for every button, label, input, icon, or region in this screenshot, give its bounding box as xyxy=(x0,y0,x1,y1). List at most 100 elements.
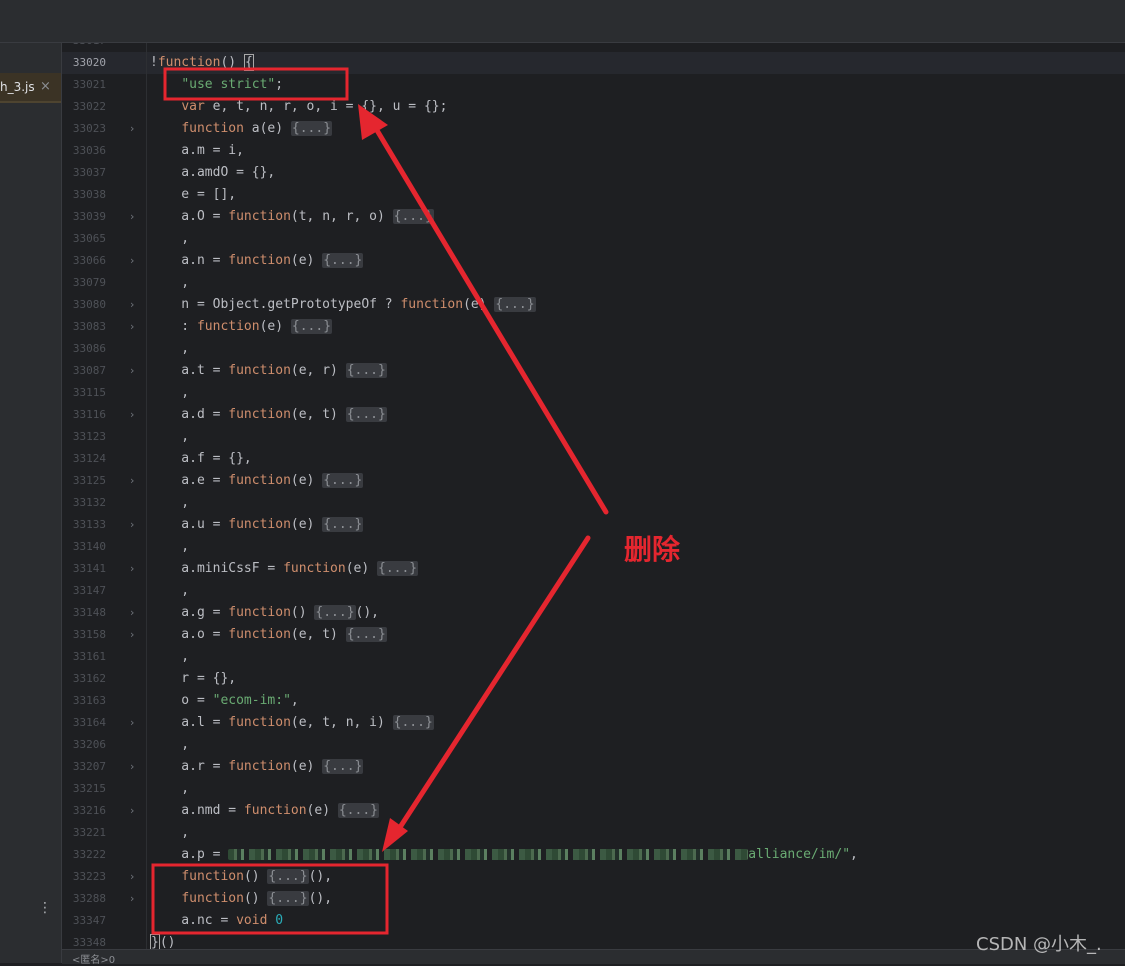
fold-chevron-icon[interactable]: › xyxy=(130,360,134,382)
code-line[interactable]: 33288 › function() {...}(), xyxy=(62,888,1125,910)
folded-block[interactable]: {...} xyxy=(322,759,364,774)
code-token: a.o = xyxy=(150,627,229,642)
code-line[interactable]: 33065 , xyxy=(62,228,1125,250)
code-line[interactable]: 33023 › function a(e) {...} xyxy=(62,118,1125,140)
code-text: r = {}, xyxy=(150,668,236,690)
code-line[interactable]: 33141 › a.miniCssF = function(e) {...} xyxy=(62,558,1125,580)
code-line[interactable]: 33066 › a.n = function(e) {...} xyxy=(62,250,1125,272)
code-line[interactable]: 33017 xyxy=(62,43,1125,52)
fold-chevron-icon[interactable]: › xyxy=(130,294,134,316)
code-text: n = Object.getPrototypeOf ? function(e) … xyxy=(150,294,536,316)
folded-block[interactable]: {...} xyxy=(267,891,309,906)
code-line[interactable]: 33148 › a.g = function() {...}(), xyxy=(62,602,1125,624)
code-token: a.f = {}, xyxy=(150,451,252,466)
folded-block[interactable]: {...} xyxy=(322,517,364,532)
fold-chevron-icon[interactable]: › xyxy=(130,866,134,888)
fold-chevron-icon[interactable]: › xyxy=(130,118,134,140)
code-line[interactable]: 33124 a.f = {}, xyxy=(62,448,1125,470)
code-text: e = [], xyxy=(150,184,236,206)
code-line[interactable]: 33222 a.p = alliance/im/", xyxy=(62,844,1125,866)
fold-chevron-icon[interactable]: › xyxy=(130,756,134,778)
fold-chevron-icon[interactable]: › xyxy=(130,800,134,822)
code-line[interactable]: 33223 › function() {...}(), xyxy=(62,866,1125,888)
folded-block[interactable]: {...} xyxy=(392,715,434,730)
code-line[interactable]: 33133 › a.u = function(e) {...} xyxy=(62,514,1125,536)
breadcrumb-scope[interactable]: <匿名>0 xyxy=(72,951,115,966)
fold-chevron-icon[interactable]: › xyxy=(130,316,134,338)
folded-block[interactable]: {...} xyxy=(322,473,364,488)
code-line[interactable]: 33140 , xyxy=(62,536,1125,558)
code-text: , xyxy=(150,822,189,844)
code-line[interactable]: 33039 › a.O = function(t, n, r, o) {...} xyxy=(62,206,1125,228)
folded-block[interactable]: {...} xyxy=(494,297,536,312)
code-line[interactable]: 33086 , xyxy=(62,338,1125,360)
code-line[interactable]: 33164 › a.l = function(e, t, n, i) {...} xyxy=(62,712,1125,734)
code-line[interactable]: 33162 r = {}, xyxy=(62,668,1125,690)
folded-block[interactable]: {...} xyxy=(377,561,419,576)
folded-block[interactable]: {...} xyxy=(267,869,309,884)
code-text: !function() { xyxy=(150,52,254,74)
fold-chevron-icon[interactable]: › xyxy=(130,404,134,426)
code-line[interactable]: 33087 › a.t = function(e, r) {...} xyxy=(62,360,1125,382)
code-editor[interactable]: 3301733020!function() {33021 "use strict… xyxy=(62,43,1125,949)
code-text: a.g = function() {...}(), xyxy=(150,602,379,624)
code-line[interactable]: 33221 , xyxy=(62,822,1125,844)
keyword: function xyxy=(228,715,291,730)
code-line[interactable]: 33037 a.amdO = {}, xyxy=(62,162,1125,184)
code-line[interactable]: 33163 o = "ecom-im:", xyxy=(62,690,1125,712)
folded-block[interactable]: {...} xyxy=(345,627,387,642)
folded-block[interactable]: {...} xyxy=(345,407,387,422)
fold-chevron-icon[interactable]: › xyxy=(130,602,134,624)
fold-chevron-icon[interactable]: › xyxy=(130,470,134,492)
code-line[interactable]: 33021 "use strict"; xyxy=(62,74,1125,96)
fold-chevron-icon[interactable]: › xyxy=(130,888,134,910)
code-line[interactable]: 33216 › a.nmd = function(e) {...} xyxy=(62,800,1125,822)
line-number: 33023 xyxy=(72,122,106,135)
code-line[interactable]: 33020 !function() { xyxy=(62,52,1125,74)
code-line[interactable]: 33147 , xyxy=(62,580,1125,602)
folded-block[interactable]: {...} xyxy=(392,209,434,224)
fold-chevron-icon[interactable]: › xyxy=(130,712,134,734)
code-line[interactable]: 33079 , xyxy=(62,272,1125,294)
fold-chevron-icon[interactable]: › xyxy=(130,206,134,228)
code-line[interactable]: 33161 , xyxy=(62,646,1125,668)
code-token: (e) xyxy=(259,319,291,334)
code-text: a.u = function(e) {...} xyxy=(150,514,364,536)
close-icon[interactable]: × xyxy=(40,79,51,94)
code-line[interactable]: 33115 , xyxy=(62,382,1125,404)
code-line[interactable]: 33038 e = [], xyxy=(62,184,1125,206)
folded-block[interactable]: {...} xyxy=(345,363,387,378)
code-line[interactable]: 33207 › a.r = function(e) {...} xyxy=(62,756,1125,778)
code-text: , xyxy=(150,338,189,360)
file-tab[interactable]: h_3.js × xyxy=(0,73,61,103)
folded-block[interactable]: {...} xyxy=(314,605,356,620)
folded-block[interactable]: {...} xyxy=(290,319,333,334)
code-line[interactable]: 33116 › a.d = function(e, t) {...} xyxy=(62,404,1125,426)
code-line[interactable]: 33125 › a.e = function(e) {...} xyxy=(62,470,1125,492)
folded-block[interactable]: {...} xyxy=(290,121,333,136)
folded-block[interactable]: {...} xyxy=(337,803,379,818)
fold-chevron-icon[interactable]: › xyxy=(130,250,134,272)
fold-chevron-icon[interactable]: › xyxy=(130,624,134,646)
keyword: function xyxy=(181,869,244,884)
code-line[interactable]: 33022 var e, t, n, r, o, i = {}, u = {}; xyxy=(62,96,1125,118)
code-line[interactable]: 33036 a.m = i, xyxy=(62,140,1125,162)
code-line[interactable]: 33215 , xyxy=(62,778,1125,800)
fold-chevron-icon[interactable]: › xyxy=(130,514,134,536)
code-line[interactable]: 33083 › : function(e) {...} xyxy=(62,316,1125,338)
code-line[interactable]: 33080 › n = Object.getPrototypeOf ? funct… xyxy=(62,294,1125,316)
fold-chevron-icon[interactable]: › xyxy=(130,558,134,580)
line-number: 33124 xyxy=(72,452,106,465)
code-line[interactable]: 33206 , xyxy=(62,734,1125,756)
line-number: 33022 xyxy=(72,100,106,113)
code-line[interactable]: 33123 , xyxy=(62,426,1125,448)
code-line[interactable]: 33347 a.nc = void 0 xyxy=(62,910,1125,932)
line-number: 33223 xyxy=(72,870,106,883)
code-line[interactable]: 33158 › a.o = function(e, t) {...} xyxy=(62,624,1125,646)
more-options-icon[interactable]: ⋮ xyxy=(38,900,52,916)
keyword: function xyxy=(181,891,244,906)
folded-block[interactable]: {...} xyxy=(322,253,364,268)
code-line[interactable]: 33132 , xyxy=(62,492,1125,514)
code-line[interactable]: 33348}() xyxy=(62,932,1125,949)
